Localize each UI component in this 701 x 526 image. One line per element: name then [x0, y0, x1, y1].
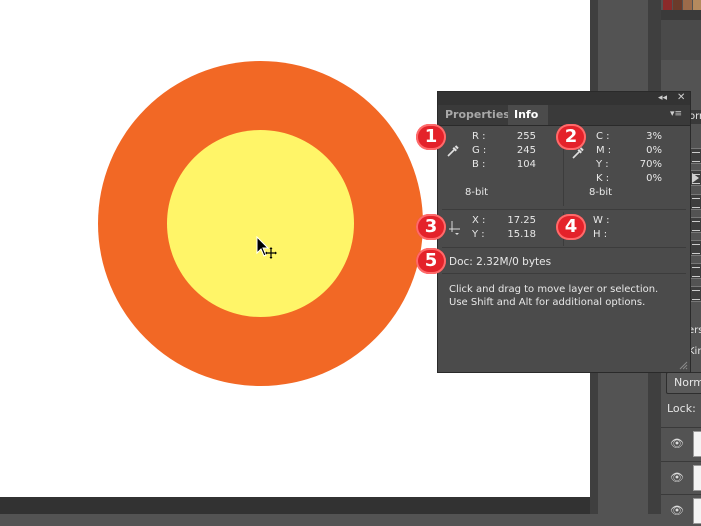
layer-thumbnail — [693, 498, 701, 524]
collapse-icon[interactable]: ◂◂ — [658, 93, 667, 103]
swatch[interactable] — [683, 0, 692, 10]
b-value: 104 — [516, 159, 536, 170]
swatch[interactable] — [693, 0, 701, 10]
k-value: 0% — [646, 173, 662, 184]
panel-title-bar[interactable]: ◂◂ ✕ — [438, 92, 690, 105]
panel-header — [661, 20, 701, 60]
r-value: 255 — [516, 131, 536, 142]
cmyk-bit-depth: 8-bit — [589, 187, 613, 198]
rgb-bit-depth: 8-bit — [465, 187, 489, 198]
k-label: K : — [596, 173, 610, 184]
section-divider — [442, 247, 686, 248]
lock-label: Lock: — [667, 402, 696, 415]
tab-info[interactable]: Info — [508, 105, 548, 125]
y-coord-value: 15.18 — [507, 229, 536, 240]
resize-grip-icon[interactable] — [678, 360, 688, 370]
callout-badge-1: 1 — [416, 124, 446, 150]
m-value: 0% — [646, 145, 662, 156]
m-label: M : — [596, 145, 612, 156]
b-label: B : — [472, 159, 486, 170]
move-cursor-icon — [256, 236, 277, 259]
panel-tabs: Properties Info ▾≡ — [438, 105, 690, 126]
layer-thumbnail — [693, 465, 701, 491]
swatch[interactable] — [673, 0, 682, 10]
y-label: Y : — [596, 159, 609, 170]
layer-thumbnail — [693, 431, 701, 457]
w-label: W : — [593, 215, 610, 226]
layer-row[interactable]: 👁 — [661, 427, 701, 459]
yellow-circle-shape — [167, 130, 354, 317]
callout-badge-2: 2 — [556, 124, 586, 150]
play-icon[interactable] — [692, 173, 699, 183]
visibility-eye-icon[interactable]: 👁 — [670, 471, 684, 484]
x-value: 17.25 — [507, 215, 536, 226]
r-label: R : — [472, 131, 486, 142]
visibility-eye-icon[interactable]: 👁 — [670, 437, 684, 450]
tab-properties[interactable]: Properties — [439, 105, 516, 125]
c-label: C : — [596, 131, 610, 142]
y-value: 70% — [639, 159, 662, 170]
callout-badge-4: 4 — [556, 214, 586, 240]
tool-hint-line-1: Click and drag to move layer or selectio… — [449, 284, 659, 295]
visibility-eye-icon[interactable]: 👁 — [670, 504, 684, 517]
layer-row[interactable]: 👁 — [661, 461, 701, 493]
g-label: G : — [472, 145, 487, 156]
callout-badge-3: 3 — [416, 214, 446, 240]
doc-size: Doc: 2.32M/0 bytes — [449, 256, 552, 268]
c-value: 3% — [646, 131, 662, 142]
eyedropper-icon[interactable] — [446, 144, 460, 158]
y-coord-label: Y : — [472, 229, 485, 240]
x-label: X : — [472, 215, 486, 226]
swatches-panel — [661, 10, 701, 20]
section-divider — [442, 209, 686, 210]
close-icon[interactable]: ✕ — [677, 92, 685, 104]
canvas-bottom-bar — [0, 497, 600, 514]
panel-menu-icon[interactable]: ▾≡ — [670, 110, 682, 119]
section-divider — [442, 273, 686, 274]
tool-hint-line-2: Use Shift and Alt for additional options… — [449, 297, 646, 308]
g-value: 245 — [516, 145, 536, 156]
crosshair-icon[interactable] — [448, 220, 462, 236]
blend-mode-value: Norm — [674, 376, 701, 389]
callout-badge-5: 5 — [416, 248, 446, 274]
layer-row[interactable]: 👁 — [661, 494, 701, 526]
h-label: H : — [593, 229, 608, 240]
swatch[interactable] — [663, 0, 672, 10]
